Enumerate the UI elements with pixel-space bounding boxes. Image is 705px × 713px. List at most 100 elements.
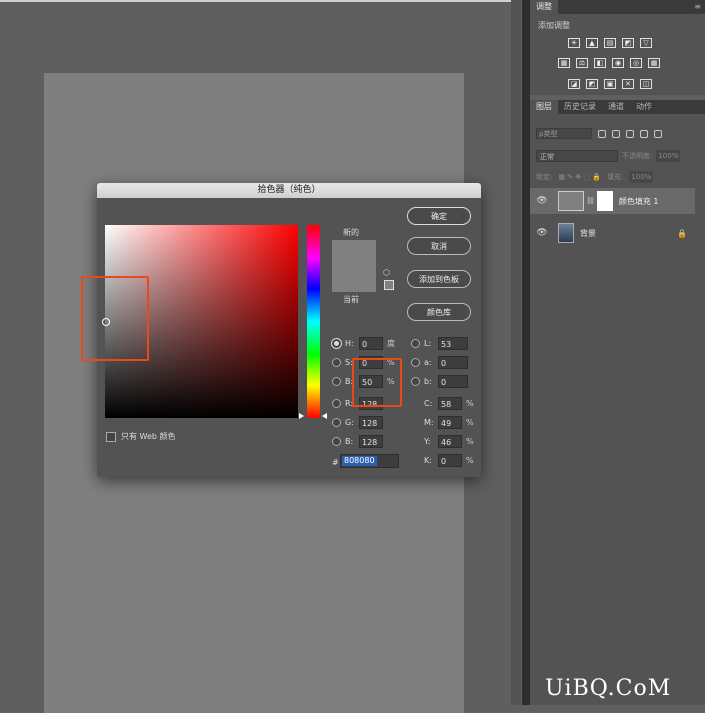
visibility-eye-icon[interactable]: 👁 [536,228,548,238]
hex-value[interactable]: 808080 [342,456,377,466]
a-label: a: [424,358,432,367]
blend-mode-select[interactable]: 正常 [536,150,618,162]
hue-radio[interactable] [332,339,341,348]
type-filter-icon[interactable] [626,129,634,138]
selective-color-icon[interactable]: ✕ [622,79,634,89]
vibrance-icon[interactable]: ▽ [640,38,652,48]
threshold-icon[interactable]: ▣ [604,79,616,89]
green-input[interactable]: 128 [359,416,383,429]
lightness-input[interactable]: 53 [438,337,468,350]
web-colors-checkbox[interactable] [106,431,116,442]
saturation-radio[interactable] [332,358,341,367]
web-colors-label: 只有 Web 颜色 [121,432,176,441]
tab-channels[interactable]: 通道 [602,100,630,114]
layers-tabbar: 图层 历史记录 通道 动作 [530,100,705,114]
posterize-icon[interactable]: ◩ [586,79,598,89]
brightness-icon[interactable]: ☀ [568,38,580,48]
layer-filter-row: ρ类型 [536,128,662,139]
photo-filter-icon[interactable]: ◉ [612,58,624,68]
new-color-label: 新的 [343,228,359,237]
adjustment-filter-icon[interactable] [612,129,620,138]
lock-icons[interactable]: ▦ ✎ ✥ ⬚ 🔒 [558,173,601,181]
color-lookup-icon[interactable]: ▦ [648,58,660,68]
hex-input[interactable]: 808080 [340,454,399,468]
layers-panel: 图层 历史记录 通道 动作 ρ类型 正常 不透明度: 100% 锁定: ▦ ✎ … [530,100,705,705]
cyan-input[interactable]: 58 [438,397,462,410]
hue-row: H: 0 度 [332,337,395,350]
invert-icon[interactable]: ◪ [568,79,580,89]
a-row: a: 0 [411,356,468,369]
panel-menu-icon[interactable]: ≡ [694,2,701,11]
levels-icon[interactable]: ▲ [586,38,598,48]
black-white-icon[interactable]: ◧ [594,58,606,68]
pixel-filter-icon[interactable] [598,129,606,138]
magenta-row: M: 49 % [424,416,474,429]
add-adjustment-label: 添加调整 [538,21,570,30]
canvas-scrollbar[interactable] [511,0,521,705]
black-input[interactable]: 0 [438,454,462,467]
lightness-label: L: [424,339,432,348]
tab-adjustments[interactable]: 调整 [530,0,558,14]
mask-thumbnail [596,191,613,211]
hex-label: # [332,458,339,467]
background-thumbnail [558,223,574,243]
a-radio[interactable] [411,358,420,367]
color-libraries-button[interactable]: 颜色库 [407,303,471,321]
annotation-box-brightness [352,358,402,407]
green-radio[interactable] [332,418,341,427]
lightness-radio[interactable] [411,339,420,348]
dialog-title[interactable]: 拾色器（纯色） [97,183,481,198]
yellow-label: Y: [424,437,431,446]
visibility-eye-icon[interactable]: 👁 [536,196,548,206]
lock-row: 锁定: ▦ ✎ ✥ ⬚ 🔒 填充: 100% [536,171,654,183]
current-color-swatch[interactable] [332,266,376,292]
color-balance-icon[interactable]: ⚖ [576,58,588,68]
hue-slider-right-arrow[interactable] [322,413,327,419]
fill-label: 填充: [606,173,624,181]
yellow-row: Y: 46 % [424,435,474,448]
b-lab-input[interactable]: 0 [438,375,468,388]
link-icon[interactable]: ⛓ [586,197,595,205]
magenta-input[interactable]: 49 [438,416,462,429]
black-unit: % [466,456,474,465]
magenta-unit: % [466,418,474,427]
color-picker-dialog: 拾色器（纯色） 新的 当前 ⬡ 确定 取消 添加到色板 颜色库 H: 0 度 S… [97,183,481,477]
layer-row-background[interactable]: 👁 背景 🔒 [530,220,695,246]
lock-label: 锁定: [536,173,553,181]
shape-filter-icon[interactable] [640,129,648,138]
brightness-radio[interactable] [332,377,341,386]
fill-field[interactable]: 100% [629,171,654,183]
tab-layers[interactable]: 图层 [530,100,558,114]
fill-thumbnail [558,191,584,211]
web-safe-swatch[interactable] [384,280,394,290]
blue-input[interactable]: 128 [359,435,383,448]
opacity-field[interactable]: 100% [656,150,681,162]
yellow-input[interactable]: 46 [438,435,462,448]
a-input[interactable]: 0 [438,356,468,369]
cyan-label: C: [424,399,433,408]
cancel-button[interactable]: 取消 [407,237,471,255]
curves-icon[interactable]: ▤ [604,38,616,48]
red-radio[interactable] [332,399,341,408]
hue-slider-left-arrow[interactable] [299,413,304,419]
exposure-icon[interactable]: ◩ [622,38,634,48]
layer-name: 颜色填充 1 [618,196,659,206]
ok-button[interactable]: 确定 [407,207,471,225]
green-row: G: 128 [332,416,383,429]
hue-slider[interactable] [307,225,320,418]
layer-filter-select[interactable]: ρ类型 [536,128,592,139]
gradient-map-icon[interactable]: ◫ [640,79,652,89]
tab-history[interactable]: 历史记录 [558,100,602,114]
layer-row-color-fill[interactable]: 👁 ⛓ 颜色填充 1 [530,188,695,214]
out-of-gamut-cube-icon[interactable]: ⬡ [383,268,390,277]
smart-object-filter-icon[interactable] [654,129,662,138]
add-to-swatches-button[interactable]: 添加到色板 [407,270,471,288]
b-lab-radio[interactable] [411,377,420,386]
blue-radio[interactable] [332,437,341,446]
tab-actions[interactable]: 动作 [630,100,658,114]
hue-saturation-icon[interactable]: ▦ [558,58,570,68]
web-colors-only[interactable]: 只有 Web 颜色 [106,431,176,442]
hue-input[interactable]: 0 [359,337,383,350]
magenta-label: M: [424,418,434,427]
channel-mixer-icon[interactable]: ◎ [630,58,642,68]
